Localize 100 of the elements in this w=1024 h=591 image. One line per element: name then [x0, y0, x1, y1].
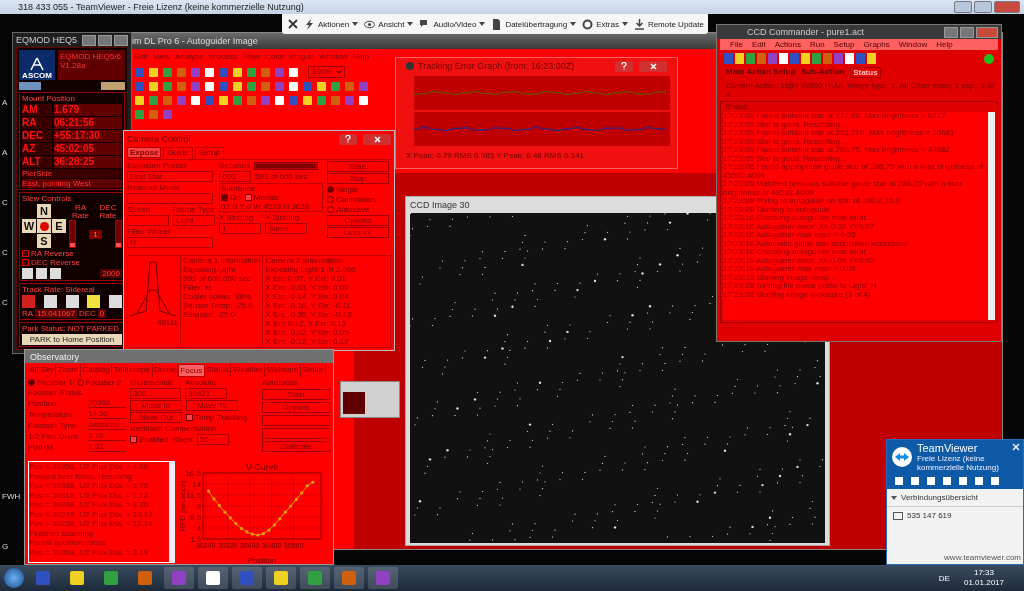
minimize-button[interactable]	[954, 1, 972, 13]
seconds-field[interactable]: 600	[219, 171, 251, 182]
move-in-button[interactable]: Move In	[130, 400, 182, 411]
toolbar-menu[interactable]: Extras	[582, 18, 628, 30]
maximize-button[interactable]	[960, 26, 974, 38]
menu-item[interactable]: Color	[265, 51, 285, 61]
move-out-button[interactable]: Move Out	[130, 412, 182, 423]
menu-item[interactable]: Help	[936, 40, 953, 49]
tab[interactable]: Focus	[177, 364, 205, 377]
toolbar-menu[interactable]: Remote Update	[633, 18, 704, 30]
scrollbar[interactable]	[988, 112, 995, 320]
menu-item[interactable]: Edit	[134, 51, 148, 61]
menu-item[interactable]: Setup	[833, 40, 855, 49]
toolbar-menu[interactable]: Dateiübertragung	[491, 18, 577, 30]
backlash-checkbox[interactable]: Enabled	[130, 435, 169, 444]
tab[interactable]: Setup	[300, 364, 326, 377]
toolbar-menu[interactable]: Audio/Video	[419, 18, 486, 30]
close-button[interactable]	[976, 26, 998, 38]
autofocus-button[interactable]: Start	[262, 389, 330, 400]
stop-button[interactable]: Stop	[327, 173, 389, 184]
slew-button[interactable]: W	[22, 219, 36, 233]
preset-dropdown[interactable]: First Star	[127, 171, 213, 182]
steps-field[interactable]: 50	[196, 434, 229, 445]
less-button[interactable]: Less <<	[327, 227, 389, 238]
tab[interactable]: Guide	[163, 147, 193, 159]
mosaic-checkbox[interactable]: Mosaic	[244, 193, 279, 202]
tab[interactable]: Telescope	[112, 364, 153, 377]
temp-tracking-checkbox[interactable]: Temp Tracking	[186, 413, 248, 422]
autofocus-button[interactable]	[262, 415, 330, 426]
maximize-button[interactable]	[974, 1, 992, 13]
filter-dropdown[interactable]: H	[127, 237, 213, 248]
tab[interactable]: Zoom	[56, 364, 81, 377]
menu-item[interactable]: Window	[319, 51, 348, 61]
slew-button[interactable]: S	[37, 234, 51, 248]
menu-item[interactable]: Window	[898, 40, 928, 49]
language-indicator[interactable]: DE	[938, 573, 950, 583]
focuser-radio[interactable]: Focuser 2	[76, 378, 122, 387]
tab[interactable]: Expose	[127, 147, 162, 158]
rate-field[interactable]: 15.041067	[35, 309, 77, 318]
stop-button[interactable]	[37, 219, 51, 233]
tab[interactable]: Catalog	[80, 364, 113, 377]
autofocus-button[interactable]: Options	[262, 402, 330, 413]
tab[interactable]: All Sky	[28, 364, 57, 377]
menu-item[interactable]: Graphs	[863, 40, 890, 49]
menu-item[interactable]: Help	[352, 51, 370, 61]
menu-item[interactable]: File	[730, 40, 743, 49]
tab[interactable]: Setup	[194, 147, 224, 159]
menu-item[interactable]: Analyze	[175, 51, 204, 61]
website-link[interactable]: www.teamviewer.com	[942, 551, 1023, 564]
tab[interactable]: Status	[850, 67, 881, 78]
start-button[interactable]: Start	[327, 161, 389, 172]
frame-type-dropdown[interactable]: Light	[173, 215, 215, 226]
tab[interactable]: Dome	[152, 364, 178, 377]
reverse-checkbox[interactable]: DEC Reverse	[22, 258, 122, 267]
y-binning-dropdown[interactable]: Same	[265, 223, 307, 234]
tab[interactable]: Sub-Action	[801, 67, 845, 78]
tab[interactable]: Main Action Setup	[726, 67, 796, 78]
slew-button[interactable]: N	[37, 204, 51, 218]
tab[interactable]: Status	[204, 364, 232, 377]
mode-radio[interactable]: Continuous	[327, 195, 389, 204]
park-button[interactable]: PARK to Home Position	[22, 334, 122, 345]
taskbar-app-icon[interactable]	[266, 567, 296, 589]
menu-item[interactable]: Filter	[242, 51, 261, 61]
taskbar-app-icon[interactable]	[198, 567, 228, 589]
section-header[interactable]: Verbindungsübersicht	[901, 493, 978, 502]
help-button[interactable]	[615, 60, 633, 72]
tab[interactable]: Weather	[231, 364, 266, 377]
subframe-checkbox[interactable]: On	[221, 193, 241, 202]
options-button[interactable]: Options	[327, 215, 389, 226]
slew-button[interactable]: E	[52, 219, 66, 233]
date[interactable]: 01.01.2017	[963, 578, 1004, 588]
toolbar-icons-drawing[interactable]	[724, 52, 878, 65]
time[interactable]: 17:33	[973, 568, 994, 578]
close-icon[interactable]	[288, 19, 298, 29]
menu-item[interactable]: View	[152, 51, 170, 61]
close-button[interactable]	[639, 60, 667, 72]
menu-item[interactable]: Edit	[751, 40, 766, 49]
toolbar-menu[interactable]: Aktionen	[304, 18, 359, 30]
rate-dropdown[interactable]: 1	[89, 229, 102, 239]
incremental-field[interactable]: 300	[130, 388, 181, 399]
toolbar-menu[interactable]: Ansicht	[364, 18, 414, 30]
expand-arrow-icon[interactable]	[891, 495, 897, 500]
x-binning-dropdown[interactable]: 1	[219, 223, 261, 234]
help-button[interactable]	[339, 133, 357, 145]
menu-item[interactable]: Actions	[774, 40, 801, 49]
minimize-button[interactable]	[944, 26, 958, 38]
start-button[interactable]	[4, 568, 24, 588]
menu-item[interactable]: Process	[208, 51, 238, 61]
close-button[interactable]	[114, 34, 128, 46]
minimize-button[interactable]	[82, 34, 96, 46]
absolute-field[interactable]: 30421	[185, 388, 227, 399]
mode-radio[interactable]: Autosave	[327, 205, 389, 214]
reverse-checkbox[interactable]: RA Reverse	[22, 249, 122, 258]
zoom-dropdown[interactable]: 100%	[308, 66, 346, 78]
menu-item[interactable]: Run	[809, 40, 825, 49]
rate-field[interactable]: 0	[97, 309, 107, 318]
move-to-button[interactable]: Move To	[186, 400, 238, 411]
maximize-button[interactable]	[98, 34, 112, 46]
mode-radio[interactable]: Single	[327, 185, 389, 194]
rate-slider[interactable]	[69, 220, 76, 248]
